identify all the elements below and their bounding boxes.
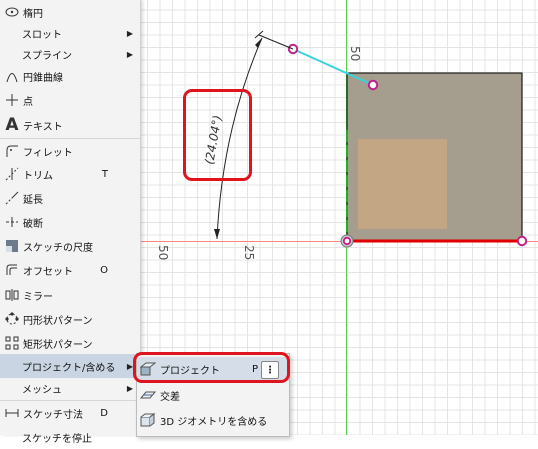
extend-icon — [3, 189, 21, 207]
menu-item-sketch-scale[interactable]: スケッチの尺度 — [0, 234, 140, 258]
menu-item-label: 延長 — [23, 194, 43, 206]
menu-item-text[interactable]: A テキスト — [0, 113, 140, 137]
menu-item-mirror[interactable]: ミラー — [0, 283, 140, 307]
menu-item-offset[interactable]: オフセット O — [0, 258, 140, 282]
menu-item-spline[interactable]: スプライン ▶ — [0, 42, 140, 66]
mirror-icon — [3, 286, 21, 304]
menu-item-label: スケッチ寸法 — [23, 409, 83, 421]
menu-item-circular-pattern[interactable]: 円形状パターン — [0, 307, 140, 331]
axis-label: 50 — [156, 245, 170, 260]
angle-highlight-box — [183, 89, 252, 181]
offset-icon — [3, 261, 21, 279]
menu-item-label: オフセット — [23, 266, 73, 278]
menu-shortcut: O — [100, 264, 108, 276]
dimension-tick — [254, 30, 264, 39]
fillet-icon — [3, 142, 21, 160]
text-icon: A — [5, 115, 19, 135]
sketch-point — [367, 79, 379, 91]
axis-label: 25 — [242, 245, 256, 260]
menu-item-label: スプライン — [22, 50, 72, 62]
menu-item-label: 楕円 — [23, 8, 43, 20]
menu-item-trim[interactable]: トリム T — [0, 162, 140, 186]
origin-point — [342, 236, 352, 246]
submenu-arrow-icon: ▶ — [126, 28, 133, 38]
intersect-icon — [140, 387, 156, 403]
menu-item-label: スケッチの尺度 — [23, 242, 93, 254]
submenu-arrow-icon: ▶ — [126, 383, 133, 393]
menu-item-label: メッシュ — [22, 384, 62, 396]
sketch-context-menu: 楕円 スロット ▶ スプライン ▶ 円錐曲線 点 A テキスト フィレット トリ… — [0, 0, 141, 445]
menu-item-project-include[interactable]: プロジェクト/含める ▶ — [0, 354, 140, 378]
menu-item-break[interactable]: 破断 — [0, 210, 140, 234]
menu-item-label: スケッチを停止 — [22, 433, 92, 445]
submenu-item-label: 3D ジオメトリを含める — [160, 416, 268, 428]
submenu-item-intersect[interactable]: 交差 — [137, 383, 289, 407]
menu-item-label: 点 — [23, 96, 33, 108]
dimension-arrow — [214, 229, 220, 239]
menu-item-fillet[interactable]: フィレット — [0, 139, 140, 163]
menu-item-sketch-dimension[interactable]: スケッチ寸法 D — [0, 401, 140, 425]
menu-item-mesh[interactable]: メッシュ ▶ — [0, 376, 140, 400]
menu-shortcut: D — [100, 407, 108, 419]
submenu-arrow-icon: ▶ — [126, 49, 133, 59]
menu-item-label: 円形状パターン — [23, 315, 93, 327]
sketch-dimension-icon — [3, 404, 21, 422]
menu-item-label: テキスト — [23, 121, 63, 133]
ellipse-icon — [3, 3, 21, 21]
point-icon — [3, 91, 21, 109]
break-icon — [3, 213, 21, 231]
menu-item-label: トリム — [23, 170, 53, 182]
menu-item-label: 円錐曲線 — [23, 72, 63, 84]
dimension-extension-line — [258, 34, 294, 50]
menu-item-extend[interactable]: 延長 — [0, 186, 140, 210]
inner-face — [358, 139, 447, 229]
menu-item-label: プロジェクト/含める — [22, 362, 116, 374]
menu-item-stop-sketch[interactable]: スケッチを停止 — [0, 425, 140, 449]
submenu-item-include-3d-geometry[interactable]: 3D ジオメトリを含める — [137, 408, 289, 432]
menu-item-rectangular-pattern[interactable]: 矩形状パターン — [0, 331, 140, 355]
menu-shortcut: T — [101, 168, 108, 180]
menu-item-label: スロット — [22, 29, 62, 41]
circular-pattern-icon — [3, 310, 21, 328]
menu-item-label: フィレット — [23, 147, 73, 159]
menu-item-point[interactable]: 点 — [0, 88, 140, 112]
menu-item-label: 矩形状パターン — [23, 339, 93, 351]
dimension-arrow — [255, 38, 262, 48]
sketch-point — [516, 235, 528, 247]
sketch-scale-icon — [3, 237, 21, 255]
include-3d-geometry-icon — [140, 412, 156, 428]
conic-curve-icon — [3, 67, 21, 85]
menu-item-label: 破断 — [23, 218, 43, 230]
trim-icon — [3, 165, 21, 183]
menu-item-conic-curve[interactable]: 円錐曲線 — [0, 64, 140, 88]
axis-label: 50 — [348, 46, 362, 61]
project-highlight-box — [133, 352, 290, 383]
menu-item-label: ミラー — [23, 291, 53, 303]
submenu-item-label: 交差 — [160, 391, 180, 403]
rectangular-pattern-icon — [3, 334, 21, 352]
